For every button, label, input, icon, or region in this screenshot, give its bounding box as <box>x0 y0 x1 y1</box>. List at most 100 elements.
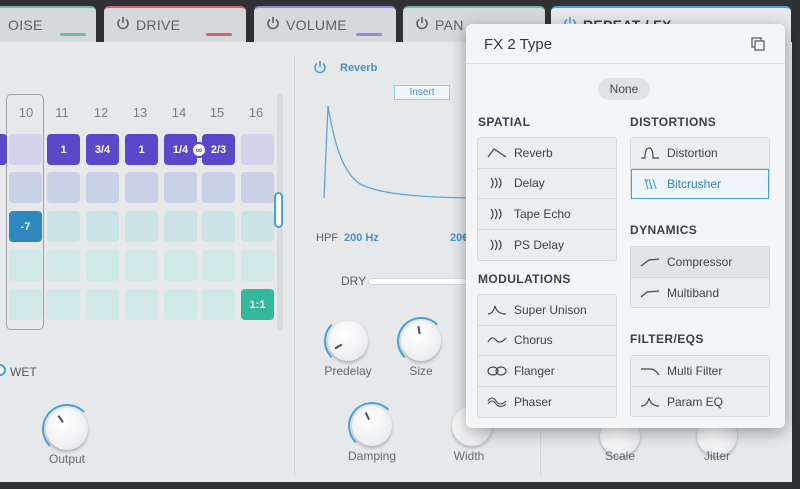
modulations-group: Super Unison Chorus Flanger Phaser <box>477 294 617 418</box>
tab-volume-label: VOLUME <box>286 17 347 33</box>
output-knob[interactable] <box>42 404 92 454</box>
option-delay[interactable]: Delay <box>478 169 616 199</box>
option-label: Super Unison <box>514 302 587 317</box>
size-knob[interactable] <box>397 317 445 365</box>
column-header-12: 12 <box>93 105 109 120</box>
power-icon[interactable] <box>116 16 130 30</box>
link-icon[interactable]: ∞ <box>191 142 207 158</box>
step-cell[interactable] <box>164 172 197 203</box>
step-cell[interactable]: -7 <box>9 211 42 242</box>
step-cell[interactable] <box>9 289 42 320</box>
section-title-spatial: SPATIAL <box>478 115 531 129</box>
step-cell[interactable] <box>9 172 42 203</box>
scrollbar-thumb[interactable] <box>274 192 283 228</box>
dynamics-group: Compressor Multiband <box>630 246 770 308</box>
step-cell[interactable] <box>202 250 235 281</box>
predelay-knob[interactable] <box>324 317 368 365</box>
step-cell[interactable] <box>86 172 119 203</box>
step-cell[interactable] <box>241 250 274 281</box>
option-label: Flanger <box>514 363 555 378</box>
column-header-14: 14 <box>171 105 187 120</box>
tab-drive-label: DRIVE <box>136 17 181 33</box>
step-cell[interactable] <box>9 134 42 165</box>
option-compressor[interactable]: Compressor <box>631 247 769 278</box>
section-title-dynamics: DYNAMICS <box>630 223 698 237</box>
step-cell[interactable] <box>125 211 158 242</box>
step-cell[interactable]: 1 <box>47 134 80 165</box>
tape-echo-icon <box>490 208 502 220</box>
step-cell[interactable] <box>86 250 119 281</box>
option-distortion[interactable]: Distortion <box>631 138 769 169</box>
section-title-modulations: MODULATIONS <box>478 272 571 286</box>
reverb-power-icon[interactable] <box>313 60 327 74</box>
step-cell[interactable] <box>47 211 80 242</box>
option-multiband[interactable]: Multiband <box>631 278 769 309</box>
dry-wet-slider[interactable] <box>368 278 468 285</box>
distortion-icon <box>641 147 659 159</box>
option-flanger[interactable]: Flanger <box>478 356 616 387</box>
reverb-icon <box>487 147 507 158</box>
tab-drive[interactable]: DRIVE <box>104 6 246 42</box>
step-cell[interactable] <box>47 250 80 281</box>
hpf-value[interactable]: 200 Hz <box>344 232 379 244</box>
option-bitcrusher[interactable]: Bitcrusher <box>631 168 769 199</box>
step-cell[interactable]: 1 <box>125 134 158 165</box>
option-label: PS Delay <box>514 237 565 252</box>
step-cell[interactable] <box>241 134 274 165</box>
option-param-eq[interactable]: Param EQ <box>631 387 769 418</box>
chorus-icon <box>487 337 507 343</box>
section-divider <box>294 56 295 476</box>
reverb-name: Reverb <box>340 62 378 74</box>
wet-handle[interactable] <box>0 364 6 376</box>
step-cell[interactable] <box>86 289 119 320</box>
step-cell[interactable] <box>202 211 235 242</box>
step-cell[interactable] <box>164 289 197 320</box>
step-cell[interactable] <box>0 134 7 165</box>
step-cell[interactable] <box>241 172 274 203</box>
step-cell[interactable] <box>86 211 119 242</box>
option-label: Distortion <box>667 145 718 160</box>
step-cell[interactable] <box>164 250 197 281</box>
step-cell[interactable] <box>202 289 235 320</box>
dry-label: DRY <box>341 274 367 288</box>
damping-knob[interactable] <box>348 402 396 450</box>
option-super-unison[interactable]: Super Unison <box>478 295 616 326</box>
step-cell[interactable] <box>202 172 235 203</box>
copy-icon[interactable] <box>751 37 765 51</box>
insert-button[interactable]: Insert <box>394 85 450 100</box>
size-knob-ring <box>397 317 445 365</box>
column-header-11: 11 <box>55 105 69 120</box>
option-phaser[interactable]: Phaser <box>478 387 616 418</box>
tab-volume[interactable]: VOLUME <box>254 6 396 42</box>
step-cell[interactable] <box>125 172 158 203</box>
power-icon[interactable] <box>266 16 280 30</box>
option-label: Param EQ <box>667 394 724 409</box>
none-button[interactable]: None <box>598 78 650 100</box>
power-icon[interactable] <box>415 16 429 30</box>
output-knob-ring <box>42 404 92 454</box>
hpf-label: HPF <box>316 232 338 244</box>
filters-group: Multi Filter Param EQ <box>630 355 770 417</box>
compressor-icon <box>640 258 660 267</box>
option-tape-echo[interactable]: Tape Echo <box>478 199 616 230</box>
section-title-distortions: DISTORTIONS <box>630 115 717 129</box>
step-cell[interactable] <box>241 211 274 242</box>
scale-label: Scale <box>604 449 636 463</box>
flanger-icon <box>487 366 507 376</box>
option-label: Multiband <box>667 285 720 300</box>
step-cell[interactable] <box>125 289 158 320</box>
option-chorus[interactable]: Chorus <box>478 326 616 356</box>
option-multi-filter[interactable]: Multi Filter <box>631 356 769 387</box>
step-cell[interactable] <box>47 172 80 203</box>
option-ps-delay[interactable]: PS Delay <box>478 230 616 261</box>
step-cell[interactable]: 3/4 <box>86 134 119 165</box>
step-cell[interactable] <box>9 250 42 281</box>
option-reverb[interactable]: Reverb <box>478 138 616 169</box>
step-cell[interactable]: 1:1 <box>241 289 274 320</box>
step-cell[interactable] <box>125 250 158 281</box>
step-cell[interactable] <box>47 289 80 320</box>
wet-label: WET <box>10 365 37 379</box>
ps-delay-icon <box>490 239 502 251</box>
tab-noise[interactable]: OISE <box>0 6 96 42</box>
step-cell[interactable] <box>164 211 197 242</box>
